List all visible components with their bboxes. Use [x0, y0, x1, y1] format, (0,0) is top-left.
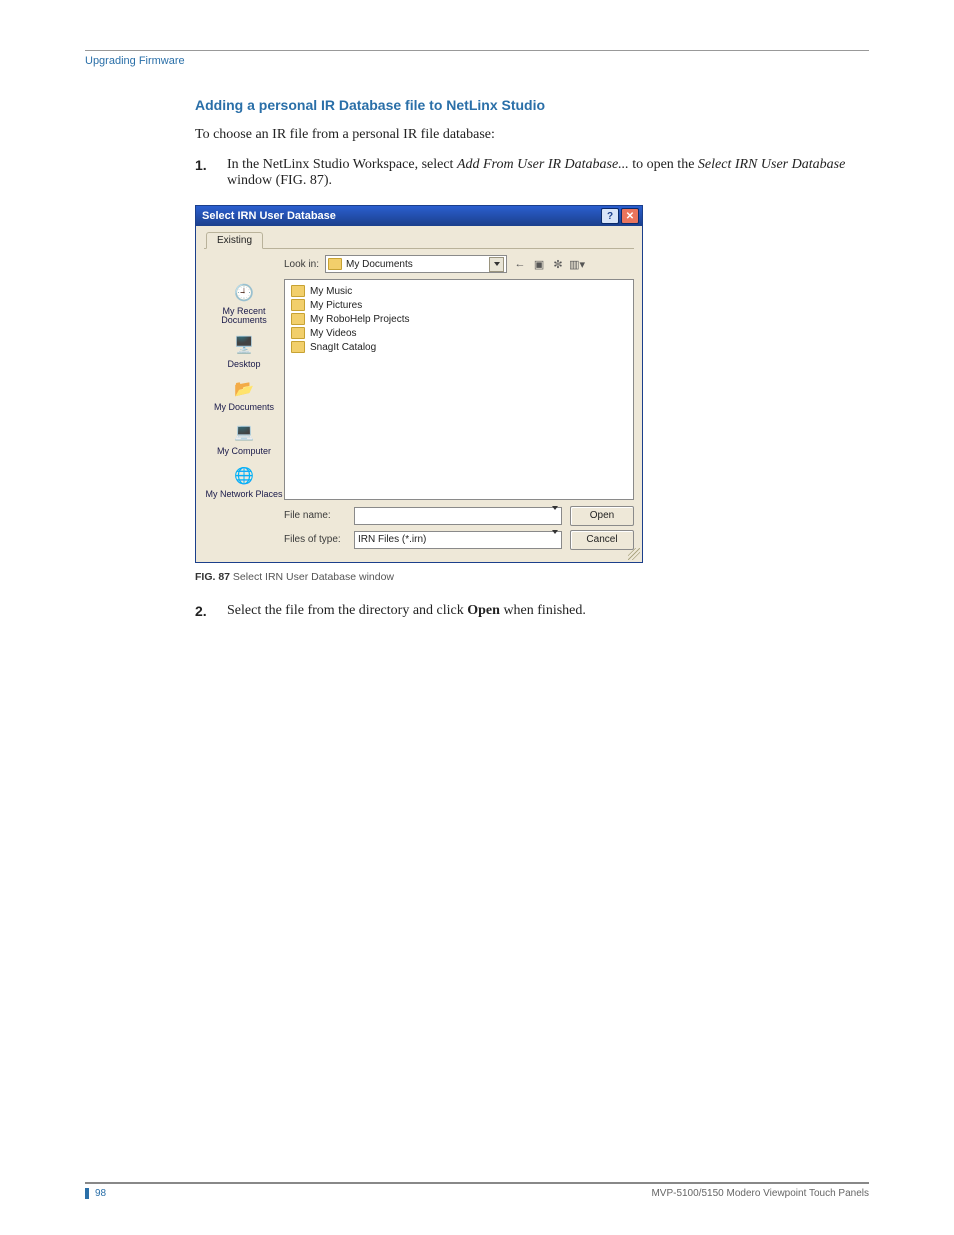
t: to open the	[629, 157, 698, 172]
product-title: MVP-5100/5150 Modero Viewpoint Touch Pan…	[651, 1188, 869, 1199]
list-item[interactable]: My Pictures	[291, 298, 627, 312]
page-number: 98	[85, 1188, 106, 1199]
file-label: My RoboHelp Projects	[310, 314, 409, 325]
list-item[interactable]: My Music	[291, 284, 627, 298]
window-title: Select IRN User Database	[202, 210, 336, 222]
folder-icon	[291, 285, 305, 297]
lookin-label: Look in:	[284, 259, 319, 270]
cancel-button[interactable]: Cancel	[570, 530, 634, 550]
new-folder-icon[interactable]: ✼	[551, 257, 565, 271]
list-item[interactable]: SnagIt Catalog	[291, 340, 627, 354]
filename-label: File name:	[284, 510, 346, 521]
file-label: My Music	[310, 286, 352, 297]
section-title: Adding a personal IR Database file to Ne…	[195, 97, 869, 113]
folder-icon	[291, 327, 305, 339]
place-documents[interactable]: 📂 My Documents	[214, 377, 274, 412]
figure-number: FIG. 87	[195, 571, 230, 583]
figure-text: Select IRN User Database window	[230, 571, 394, 583]
file-list[interactable]: My Music My Pictures My RoboHelp Project…	[284, 279, 634, 500]
recent-icon: 🕘	[230, 281, 258, 307]
back-icon[interactable]: ←	[513, 257, 527, 271]
help-icon: ?	[607, 211, 613, 222]
type-value: IRN Files (*.irn)	[358, 534, 426, 545]
tabstrip: Existing	[204, 232, 634, 249]
file-label: My Videos	[310, 328, 357, 339]
views-icon[interactable]: ▥▾	[570, 257, 584, 271]
list-item[interactable]: My Videos	[291, 326, 627, 340]
lookin-value: My Documents	[346, 259, 413, 270]
figure-caption: FIG. 87 Select IRN User Database window	[195, 571, 869, 583]
chevron-down-icon[interactable]	[552, 534, 558, 545]
file-label: My Pictures	[310, 300, 362, 311]
help-button[interactable]: ?	[601, 208, 619, 224]
t: window (FIG. 87).	[227, 173, 332, 188]
step-number: 2.	[195, 603, 213, 619]
documents-icon: 📂	[230, 377, 258, 403]
place-network[interactable]: 🌐 My Network Places	[205, 464, 282, 499]
lookin-combo[interactable]: My Documents	[325, 255, 507, 273]
titlebar[interactable]: Select IRN User Database ? ✕	[196, 206, 642, 226]
filename-input[interactable]	[354, 507, 562, 525]
place-label: My Documents	[214, 403, 274, 412]
step-text: In the NetLinx Studio Workspace, select …	[227, 157, 869, 189]
chevron-down-icon[interactable]	[552, 510, 558, 521]
file-label: SnagIt Catalog	[310, 342, 376, 353]
place-label: My Computer	[217, 447, 271, 456]
window-ref: Select IRN User Database	[698, 157, 845, 172]
type-combo[interactable]: IRN Files (*.irn)	[354, 531, 562, 549]
place-computer[interactable]: 💻 My Computer	[217, 421, 271, 456]
page-footer: 98 MVP-5100/5150 Modero Viewpoint Touch …	[85, 1182, 869, 1199]
breadcrumb: Upgrading Firmware	[85, 55, 869, 67]
folder-icon	[291, 341, 305, 353]
computer-icon: 💻	[230, 421, 258, 447]
list-item[interactable]: My RoboHelp Projects	[291, 312, 627, 326]
places-bar: 🕘 My Recent Documents 🖥️ Desktop 📂 My Do…	[204, 279, 284, 500]
step-2: 2. Select the file from the directory an…	[195, 603, 869, 619]
step-1: 1. In the NetLinx Studio Workspace, sele…	[195, 157, 869, 189]
up-one-level-icon[interactable]: ▣	[532, 257, 546, 271]
type-label: Files of type:	[284, 534, 346, 545]
folder-icon	[291, 313, 305, 325]
place-recent[interactable]: 🕘 My Recent Documents	[204, 281, 284, 326]
t: when finished.	[500, 603, 586, 618]
chevron-down-icon[interactable]	[489, 257, 504, 272]
place-label: Desktop	[227, 360, 260, 369]
place-label: My Network Places	[205, 490, 282, 499]
step-number: 1.	[195, 157, 213, 189]
desktop-icon: 🖥️	[230, 334, 258, 360]
place-desktop[interactable]: 🖥️ Desktop	[227, 334, 260, 369]
t: In the NetLinx Studio Workspace, select	[227, 157, 457, 172]
network-icon: 🌐	[230, 464, 258, 490]
close-icon: ✕	[626, 211, 634, 222]
intro-text: To choose an IR file from a personal IR …	[195, 127, 869, 143]
select-irn-dialog: Select IRN User Database ? ✕ Existing Lo…	[195, 205, 643, 563]
folder-icon	[291, 299, 305, 311]
t: Select the file from the directory and c…	[227, 603, 467, 618]
resize-grip[interactable]	[628, 548, 640, 560]
folder-icon	[328, 258, 342, 270]
dialog-figure: Select IRN User Database ? ✕ Existing Lo…	[195, 205, 869, 563]
menu-ref: Add From User IR Database...	[457, 157, 629, 172]
nav-toolbar: ← ▣ ✼ ▥▾	[513, 257, 584, 271]
step-text: Select the file from the directory and c…	[227, 603, 586, 619]
open-button[interactable]: Open	[570, 506, 634, 526]
top-rule	[85, 50, 869, 51]
tab-existing[interactable]: Existing	[206, 232, 263, 249]
place-label: My Recent Documents	[204, 307, 284, 326]
open-ref: Open	[467, 603, 500, 618]
close-button[interactable]: ✕	[621, 208, 639, 224]
